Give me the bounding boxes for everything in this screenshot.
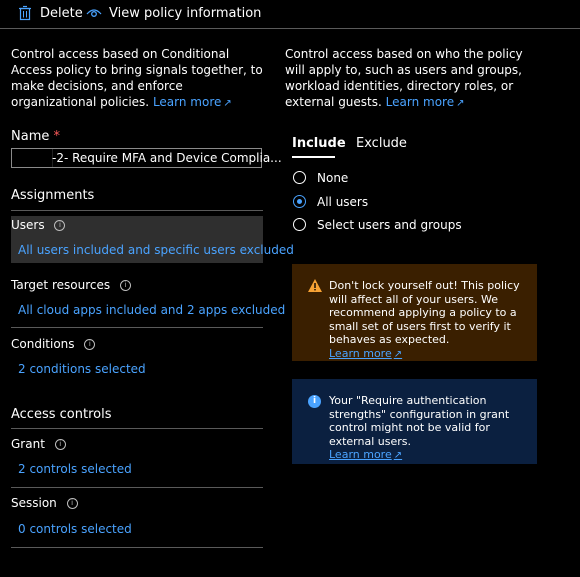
radio-all-users[interactable] — [293, 195, 306, 208]
users-row[interactable]: Users i All users included and specific … — [11, 216, 294, 263]
view-policy-label: View policy information — [109, 5, 262, 21]
view-policy-info-button[interactable]: View policy information — [86, 4, 261, 22]
access-controls-heading: Access controls — [11, 407, 112, 422]
radio-none[interactable] — [293, 171, 306, 184]
radio-option-select-users[interactable]: Select users and groups — [293, 217, 493, 233]
toolbar-divider — [0, 28, 580, 29]
access-controls-divider — [11, 428, 263, 429]
delete-button[interactable]: Delete — [18, 4, 83, 22]
right-learn-more-label: Learn more — [385, 95, 455, 109]
radio-all-users-label: All users — [317, 195, 369, 209]
info-banner: i Your "Require authentication strengths… — [292, 379, 537, 464]
session-divider — [11, 547, 263, 548]
tab-include-label: Include — [292, 136, 346, 151]
tab-include-underline — [292, 156, 335, 158]
name-field[interactable]: -2- Require MFA and Device Complia... — [11, 148, 282, 168]
delete-label: Delete — [40, 5, 83, 21]
target-divider — [11, 327, 263, 328]
info-icon: i — [84, 339, 96, 350]
name-label: Name * — [11, 129, 60, 144]
radio-option-none[interactable]: None — [293, 170, 473, 186]
required-marker: * — [53, 129, 61, 144]
external-link-icon: ↗ — [393, 450, 403, 461]
warning-icon — [308, 279, 322, 292]
info-icon: i — [54, 439, 66, 450]
grant-divider — [11, 487, 263, 488]
info-icon: i — [66, 498, 78, 509]
session-label: Session i — [11, 496, 78, 510]
grant-label: Grant i — [11, 437, 66, 451]
left-learn-more-link[interactable]: Learn more ↗ — [153, 95, 232, 109]
info-learn-more-link[interactable]: Learn more ↗ — [329, 448, 402, 461]
trash-icon — [18, 5, 32, 21]
tab-exclude-label: Exclude — [356, 136, 407, 151]
users-label-text: Users — [11, 218, 45, 232]
target-resources-label-text: Target resources — [11, 278, 111, 292]
warning-learn-more-link[interactable]: Learn more ↗ — [329, 347, 402, 360]
tab-exclude[interactable]: Exclude — [356, 136, 407, 151]
left-learn-more-label: Learn more — [152, 95, 222, 109]
conditions-label-text: Conditions — [11, 337, 75, 351]
grant-value-link[interactable]: 2 controls selected — [18, 462, 132, 476]
grant-label-text: Grant — [11, 437, 45, 451]
info-banner-icon: i — [308, 395, 321, 408]
assignments-divider — [11, 210, 263, 211]
tab-include[interactable]: Include — [292, 136, 346, 158]
info-text: Your "Require authentication strengths" … — [329, 394, 529, 463]
assignments-heading: Assignments — [11, 188, 95, 203]
target-resources-label: Target resources i — [11, 278, 131, 292]
eye-icon — [86, 7, 102, 19]
info-learn-more-label: Learn more — [329, 448, 392, 461]
radio-select-users-label: Select users and groups — [317, 218, 462, 232]
external-link-icon: ↗ — [223, 98, 232, 109]
right-intro: Control access based on who the policy w… — [285, 46, 535, 112]
info-icon: i — [54, 220, 66, 231]
conditions-value-link[interactable]: 2 conditions selected — [18, 362, 146, 376]
radio-none-label: None — [317, 171, 349, 185]
target-resources-value-link[interactable]: All cloud apps included and 2 apps exclu… — [18, 303, 285, 317]
users-value-link[interactable]: All users included and specific users ex… — [18, 243, 294, 257]
name-field-value: -2- Require MFA and Device Complia... — [52, 151, 282, 165]
info-icon: i — [119, 280, 131, 291]
conditions-label: Conditions i — [11, 337, 96, 351]
warning-message: Don't lock yourself out! This policy wil… — [329, 279, 520, 346]
users-label: Users i — [11, 218, 66, 232]
external-link-icon: ↗ — [456, 98, 465, 109]
radio-option-all-users[interactable]: All users — [293, 194, 473, 210]
info-message: Your "Require authentication strengths" … — [329, 394, 510, 448]
warning-banner: Don't lock yourself out! This policy wil… — [292, 264, 537, 361]
warning-text: Don't lock yourself out! This policy wil… — [329, 279, 529, 361]
name-label-text: Name — [11, 129, 50, 144]
radio-select-users[interactable] — [293, 218, 306, 231]
session-value-link[interactable]: 0 controls selected — [18, 522, 132, 536]
session-label-text: Session — [11, 496, 57, 510]
redacted-block — [12, 149, 53, 167]
right-learn-more-link[interactable]: Learn more ↗ — [386, 95, 465, 109]
left-intro: Control access based on Conditional Acce… — [11, 46, 263, 112]
warning-learn-more-label: Learn more — [329, 346, 392, 360]
external-link-icon: ↗ — [393, 348, 403, 360]
